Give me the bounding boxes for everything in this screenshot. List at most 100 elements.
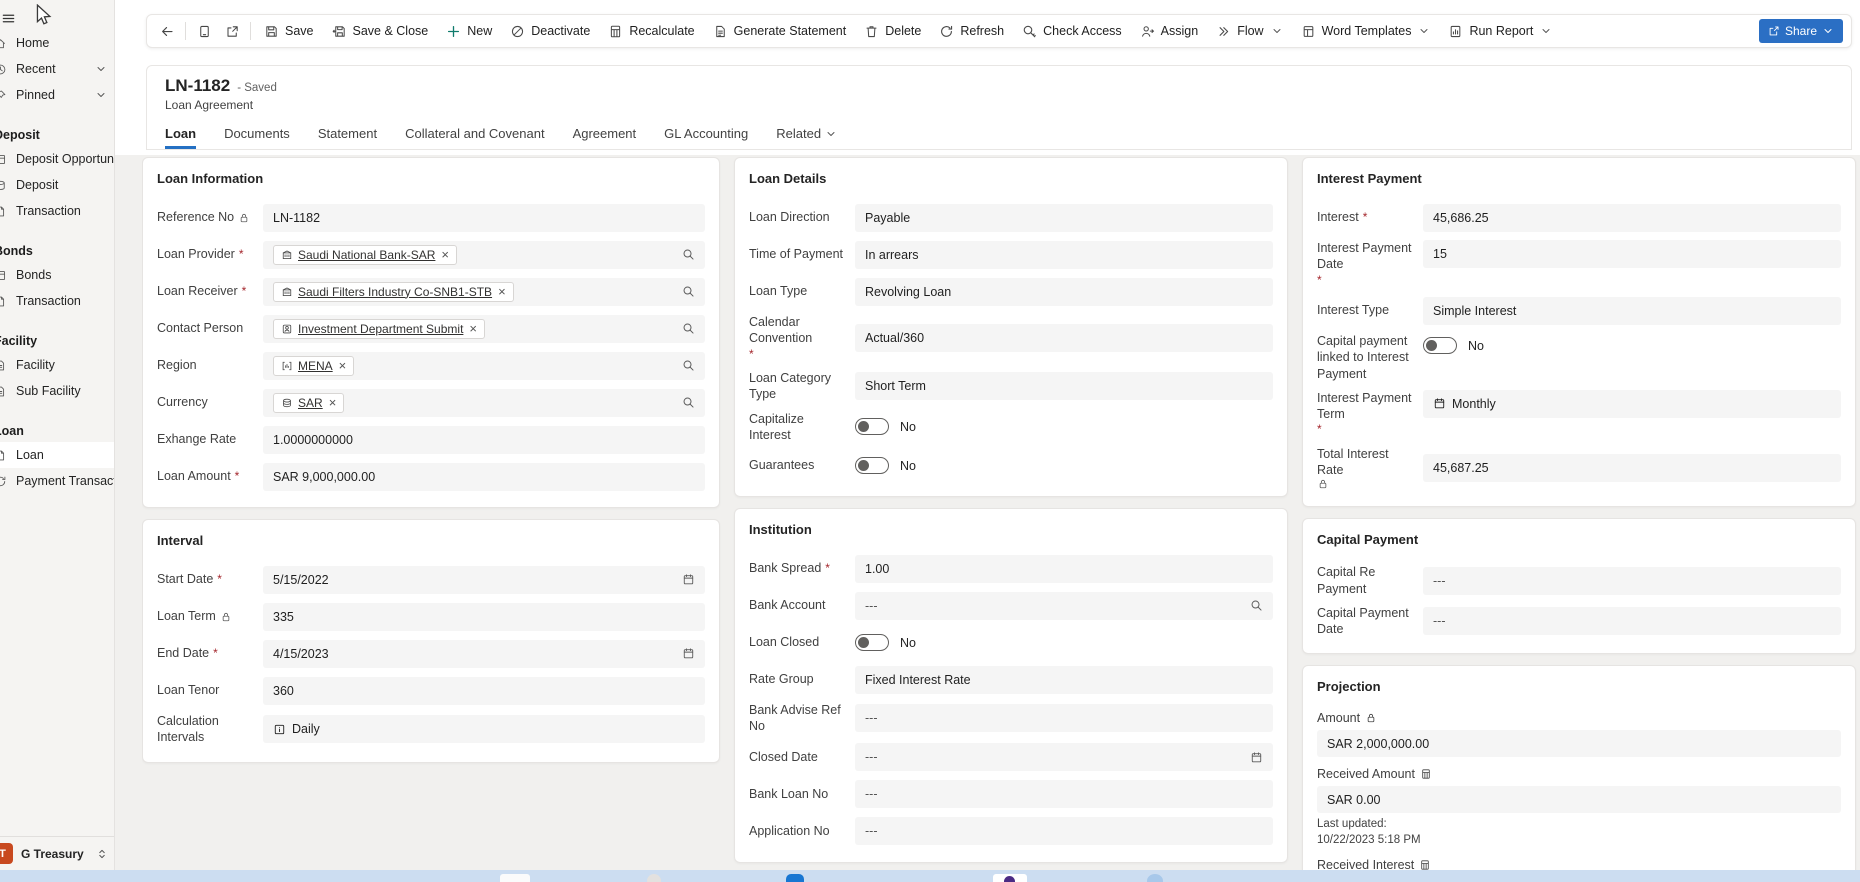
calendar-icon[interactable] <box>682 647 695 660</box>
tab-collateral-and-covenant[interactable]: Collateral and Covenant <box>405 126 544 149</box>
word-templates-button[interactable]: Word Templates <box>1292 18 1440 44</box>
run-report-button[interactable]: Run Report <box>1439 18 1561 44</box>
sidebar-item-pinned[interactable]: Pinned <box>0 82 114 108</box>
calculation-intervals-select[interactable]: Daily <box>263 715 705 743</box>
loan-closed-toggle[interactable]: No <box>855 634 916 651</box>
capital-payment-date-input[interactable]: --- <box>1423 607 1841 635</box>
loan-amount-input[interactable]: SAR 9,000,000.00 <box>263 463 705 491</box>
sidebar-item-loan[interactable]: Loan <box>0 442 114 468</box>
loan-direction-select[interactable]: Payable <box>855 204 1273 232</box>
loan-type-select[interactable]: Revolving Loan <box>855 278 1273 306</box>
loan-category-type-select[interactable]: Short Term <box>855 372 1273 400</box>
lookup-pill[interactable]: SAR × <box>273 393 344 413</box>
share-button[interactable]: Share <box>1759 19 1843 43</box>
app-switcher[interactable]: T G Treasury <box>0 836 114 870</box>
interest-payment-term-select[interactable]: Monthly <box>1423 390 1841 418</box>
taskbar-item[interactable] <box>1147 874 1163 882</box>
loan-receiver-lookup[interactable]: Saudi Filters Industry Co-SNB1-STB × <box>263 278 705 306</box>
region-lookup[interactable]: MENA × <box>263 352 705 380</box>
application-no-input[interactable]: --- <box>855 817 1273 845</box>
sidebar-item-deposit-transaction[interactable]: Transaction <box>0 198 114 224</box>
hamburger-menu-button[interactable] <box>0 6 114 30</box>
assign-button[interactable]: Assign <box>1131 18 1208 44</box>
lookup-link[interactable]: Saudi National Bank-SAR <box>298 248 435 262</box>
contact-person-lookup[interactable]: Investment Department Submit × <box>263 315 705 343</box>
search-icon[interactable] <box>682 396 695 409</box>
projection-amount-input[interactable]: SAR 2,000,000.00 <box>1317 730 1841 757</box>
closed-date-input[interactable]: --- <box>855 743 1273 771</box>
lookup-link[interactable]: Saudi Filters Industry Co-SNB1-STB <box>298 285 492 299</box>
received-amount-input[interactable]: SAR 0.00 <box>1317 786 1841 813</box>
generate-statement-button[interactable]: Generate Statement <box>704 18 856 44</box>
start-date-input[interactable]: 5/15/2022 <box>263 566 705 594</box>
guarantees-toggle[interactable]: No <box>855 457 916 474</box>
save-button[interactable]: Save <box>255 18 323 44</box>
remove-icon[interactable]: × <box>338 359 347 372</box>
sidebar-item-deposit[interactable]: Deposit <box>0 172 114 198</box>
taskbar-item[interactable] <box>500 874 530 882</box>
lookup-link[interactable]: MENA <box>298 359 333 373</box>
currency-lookup[interactable]: SAR × <box>263 389 705 417</box>
capital-re-payment-input[interactable]: --- <box>1423 567 1841 595</box>
bank-loan-no-input[interactable]: --- <box>855 780 1273 808</box>
remove-icon[interactable]: × <box>440 248 449 261</box>
interest-input[interactable]: 45,686.25 <box>1423 204 1841 232</box>
save-and-close-button[interactable]: Save & Close <box>323 18 438 44</box>
sidebar-item-facility[interactable]: Facility <box>0 352 114 378</box>
sidebar-item-recent[interactable]: Recent <box>0 56 114 82</box>
back-button[interactable] <box>153 18 181 44</box>
sidebar-item-home[interactable]: Home <box>0 30 114 56</box>
sidebar-item-deposit-opportunity[interactable]: Deposit Opportunity <box>0 146 114 172</box>
chevron-down-icon[interactable] <box>95 63 107 75</box>
search-icon[interactable] <box>1250 599 1263 612</box>
bank-spread-input[interactable]: 1.00 <box>855 555 1273 583</box>
capital-linked-toggle[interactable]: No <box>1423 337 1484 354</box>
chevron-down-icon[interactable] <box>95 89 107 101</box>
tab-statement[interactable]: Statement <box>318 126 377 149</box>
remove-icon[interactable]: × <box>468 322 477 335</box>
time-of-payment-select[interactable]: In arrears <box>855 241 1273 269</box>
lookup-pill[interactable]: Saudi Filters Industry Co-SNB1-STB × <box>273 282 514 302</box>
search-icon[interactable] <box>682 359 695 372</box>
calendar-icon[interactable] <box>1250 751 1263 764</box>
interest-payment-date-input[interactable]: 15 <box>1423 240 1841 268</box>
calendar-icon[interactable] <box>682 573 695 586</box>
search-icon[interactable] <box>682 248 695 261</box>
bank-advise-ref-no-input[interactable]: --- <box>855 704 1273 732</box>
lookup-pill[interactable]: MENA × <box>273 356 354 376</box>
remove-icon[interactable]: × <box>497 285 506 298</box>
lookup-link[interactable]: SAR <box>298 396 323 410</box>
search-icon[interactable] <box>682 285 695 298</box>
interest-type-select[interactable]: Simple Interest <box>1423 297 1841 325</box>
recalculate-button[interactable]: Recalculate <box>599 18 703 44</box>
search-icon[interactable] <box>682 322 695 335</box>
open-in-new-window-button[interactable] <box>218 18 246 44</box>
end-date-input[interactable]: 4/15/2023 <box>263 640 705 668</box>
exchange-rate-input[interactable]: 1.0000000000 <box>263 426 705 454</box>
deactivate-button[interactable]: Deactivate <box>501 18 599 44</box>
tab-agreement[interactable]: Agreement <box>573 126 637 149</box>
lookup-pill[interactable]: Saudi National Bank-SAR × <box>273 245 457 265</box>
total-interest-rate-input[interactable]: 45,687.25 <box>1423 454 1841 482</box>
tab-loan[interactable]: Loan <box>165 126 196 149</box>
tab-documents[interactable]: Documents <box>224 126 290 149</box>
loan-tenor-input[interactable]: 360 <box>263 677 705 705</box>
sidebar-item-bonds-transaction[interactable]: Transaction <box>0 288 114 314</box>
tab-related[interactable]: Related <box>776 126 837 149</box>
refresh-button[interactable]: Refresh <box>930 18 1013 44</box>
calendar-convention-select[interactable]: Actual/360 <box>855 324 1273 352</box>
reference-no-input[interactable]: LN-1182 <box>263 204 705 232</box>
check-access-button[interactable]: Check Access <box>1013 18 1131 44</box>
lookup-link[interactable]: Investment Department Submit <box>298 322 463 336</box>
delete-button[interactable]: Delete <box>855 18 930 44</box>
form-view-button[interactable] <box>190 18 218 44</box>
sidebar-item-sub-facility[interactable]: Sub Facility <box>0 378 114 404</box>
capitalize-interest-toggle[interactable]: No <box>855 418 916 435</box>
new-button[interactable]: New <box>437 18 501 44</box>
taskbar-item[interactable] <box>647 874 661 882</box>
sidebar-item-payment-transaction[interactable]: Payment Transaction <box>0 468 114 494</box>
lookup-pill[interactable]: Investment Department Submit × <box>273 319 485 339</box>
remove-icon[interactable]: × <box>328 396 337 409</box>
loan-provider-lookup[interactable]: Saudi National Bank-SAR × <box>263 241 705 269</box>
taskbar-item[interactable] <box>786 874 804 882</box>
